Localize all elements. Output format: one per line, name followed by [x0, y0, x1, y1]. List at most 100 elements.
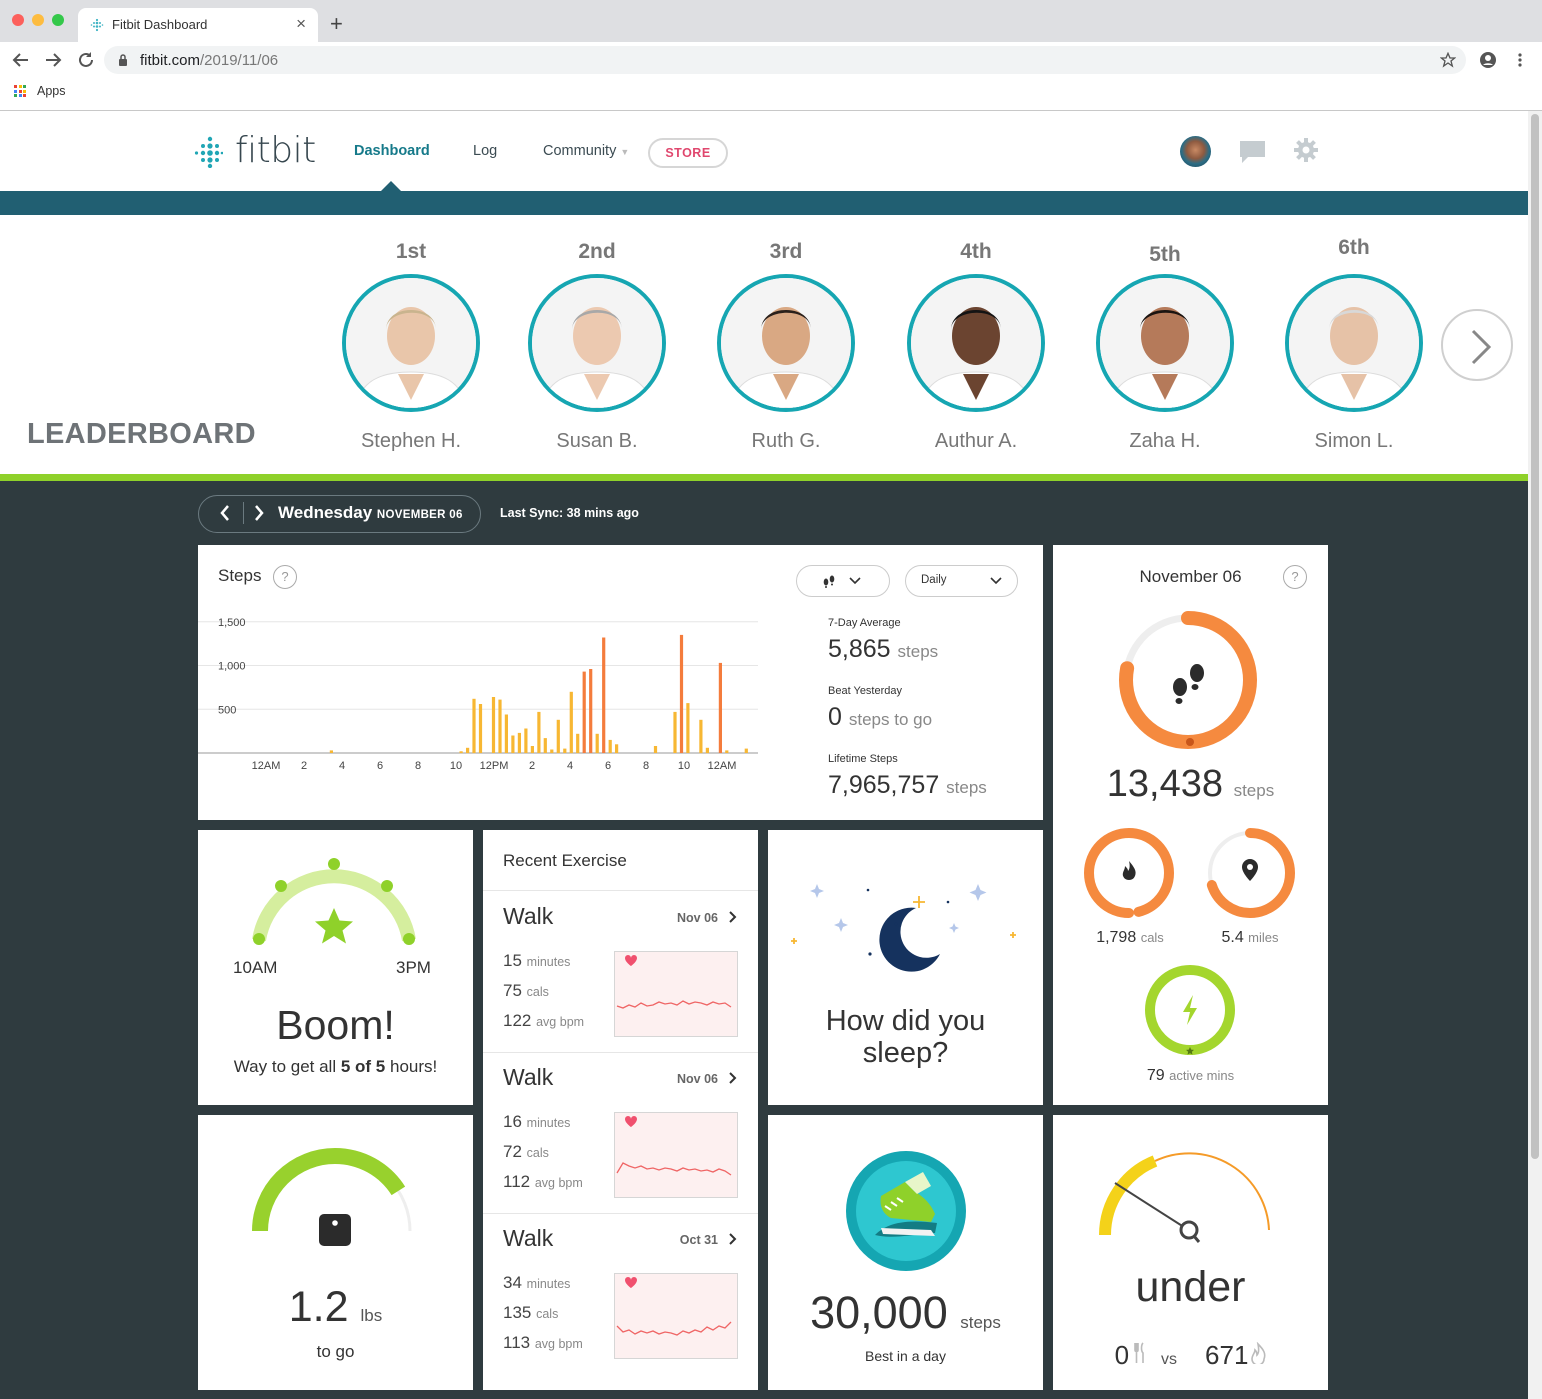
summary-steps: 13,438 steps	[1053, 763, 1328, 806]
leaderboard-next-button[interactable]	[1441, 309, 1513, 381]
new-tab-button[interactable]: +	[330, 11, 343, 37]
exercise-item[interactable]: Walk Nov 06 15 minutes 75 cals 122 avg bpm	[483, 891, 758, 1051]
chart-bar	[478, 704, 483, 753]
fitbit-logo-icon[interactable]	[193, 136, 223, 168]
browser-tab[interactable]: Fitbit Dashboard ×	[78, 8, 318, 42]
person-photo-icon	[1100, 278, 1230, 408]
leader-name[interactable]: Ruth G.	[696, 430, 876, 453]
store-button[interactable]: STORE	[648, 138, 728, 168]
person-photo-icon	[911, 278, 1041, 408]
leader-photo[interactable]	[1285, 274, 1423, 412]
exercise-minutes-unit: minutes	[526, 955, 571, 969]
leader-photo[interactable]	[342, 274, 480, 412]
leader-name[interactable]: Simon L.	[1264, 430, 1444, 453]
daily-summary-card[interactable]: November 06 ? 13,438 steps 1,798 cals 5.…	[1053, 545, 1328, 1105]
chart-bar	[550, 749, 554, 753]
calories-ring[interactable]	[1083, 827, 1175, 919]
messages-icon[interactable]	[1239, 140, 1266, 164]
user-avatar[interactable]	[1180, 136, 1211, 167]
chevron-down-icon: ▼	[620, 147, 630, 157]
bookmark-star-icon[interactable]	[1440, 52, 1456, 68]
weight-unit: lbs	[360, 1306, 383, 1325]
weight-label: to go	[316, 1342, 355, 1361]
prev-day-icon[interactable]	[218, 503, 232, 523]
bookmark-apps[interactable]: Apps	[37, 84, 66, 98]
close-window-button[interactable]	[12, 14, 24, 26]
chart-y-tick: 500	[218, 704, 236, 716]
avg-label: 7-Day Average	[828, 617, 901, 629]
steps-help-icon[interactable]: ?	[273, 565, 297, 589]
calorie-status: under	[1135, 1263, 1246, 1311]
hourly-message: Way to get all 5 of 5 hours!	[198, 1057, 473, 1077]
period-dropdown[interactable]: Daily	[905, 565, 1018, 597]
exercise-cals-value: 72	[503, 1142, 522, 1161]
gear-icon[interactable]	[1293, 137, 1319, 163]
leader-name[interactable]: Zaha H.	[1075, 430, 1255, 453]
next-day-icon[interactable]	[252, 503, 266, 523]
summary-help-icon[interactable]: ?	[1283, 565, 1307, 589]
steps-type-dropdown[interactable]	[796, 565, 890, 597]
minimize-window-button[interactable]	[32, 14, 44, 26]
active-minutes-ring[interactable]	[1143, 963, 1237, 1057]
leader-photo[interactable]	[717, 274, 855, 412]
leader-rank: 1st	[395, 240, 427, 263]
lifetime-value: 7,965,757 steps	[828, 771, 987, 800]
scrollbar-thumb[interactable]	[1531, 114, 1539, 1159]
url-text: fitbit.com/2019/11/06	[140, 52, 278, 69]
heart-icon	[625, 1116, 637, 1127]
sleep-card[interactable]: How did you sleep?	[768, 830, 1043, 1105]
nav-log[interactable]: Log	[473, 143, 497, 159]
leader-photo[interactable]	[907, 274, 1045, 412]
chart-bar	[595, 733, 599, 754]
exercise-cals-value: 135	[503, 1303, 532, 1322]
fitbit-logo-text[interactable]: fitbit	[235, 130, 316, 171]
footsteps-icon	[823, 575, 835, 588]
hourly-activity-card[interactable]: 10AM 3PM Boom! Way to get all 5 of 5 hou…	[198, 830, 473, 1105]
steps-chart: 1,500 1,000 500 12AM 2 4 6 8 10 12PM 2 4 6 8 10 12AM	[198, 617, 758, 772]
exercise-minutes: 34 minutes	[503, 1273, 570, 1293]
chart-bar	[491, 697, 496, 753]
leader-photo[interactable]	[1096, 274, 1234, 412]
avg-number: 5,865	[828, 635, 891, 663]
leader-name[interactable]: Authur A.	[886, 430, 1066, 453]
forward-arrow-icon[interactable]	[44, 52, 62, 68]
leader-name[interactable]: Stephen H.	[321, 430, 501, 453]
browser-menu-icon[interactable]	[1516, 52, 1524, 68]
address-bar[interactable]: fitbit.com/2019/11/06	[104, 46, 1466, 74]
exercise-date: Nov 06	[677, 911, 718, 925]
apps-grid-icon[interactable]	[14, 85, 26, 97]
hourly-prefix: Way to get all	[233, 1057, 337, 1076]
sneaker-badge-icon	[846, 1151, 966, 1271]
exercise-bpm: 113 avg bpm	[503, 1333, 583, 1353]
chart-bar	[718, 662, 722, 753]
weight-value: 1.2	[288, 1283, 349, 1331]
steps-card[interactable]: Steps ? Daily 1,500 1,000 500 12AM 2 4 6 8 10 12P…	[198, 545, 1043, 820]
heart-rate-chart	[614, 951, 738, 1037]
back-arrow-icon[interactable]	[12, 52, 30, 68]
best-day-value: 30,000	[810, 1287, 948, 1338]
nav-dashboard[interactable]: Dashboard	[354, 143, 430, 159]
calorie-balance-card[interactable]: under 0 vs 671	[1053, 1115, 1328, 1390]
scale-icon	[319, 1214, 351, 1246]
exercise-bpm-unit: avg bpm	[534, 1176, 583, 1190]
tab-close-icon[interactable]: ×	[296, 14, 306, 34]
distance-ring[interactable]	[1204, 827, 1296, 919]
steps-ring[interactable]	[1113, 605, 1263, 755]
sleep-question: How did you sleep?	[825, 1005, 986, 1069]
url-path: /2019/11/06	[200, 52, 279, 69]
last-sync: Last Sync: 38 mins ago	[500, 506, 639, 520]
exercise-bpm: 112 avg bpm	[503, 1172, 583, 1192]
exercise-item[interactable]: Walk Oct 31 34 minutes 135 cals 113 avg bpm	[483, 1213, 758, 1373]
reload-icon[interactable]	[77, 51, 95, 69]
weight-card[interactable]: 1.2 lbs to go	[198, 1115, 473, 1390]
maximize-window-button[interactable]	[52, 14, 64, 26]
leader-name[interactable]: Susan B.	[507, 430, 687, 453]
chevron-right-icon	[729, 911, 737, 923]
exercise-item[interactable]: Walk Nov 06 16 minutes 72 cals 112 avg bpm	[483, 1052, 758, 1212]
leader-photo[interactable]	[528, 274, 666, 412]
profile-icon[interactable]	[1479, 51, 1497, 69]
steps-card-title: Steps	[218, 566, 262, 585]
nav-community[interactable]: Community ▼	[543, 143, 629, 159]
best-day-card[interactable]: 30,000 steps Best in a day	[768, 1115, 1043, 1390]
hourly-count: 5 of 5	[340, 1057, 386, 1076]
